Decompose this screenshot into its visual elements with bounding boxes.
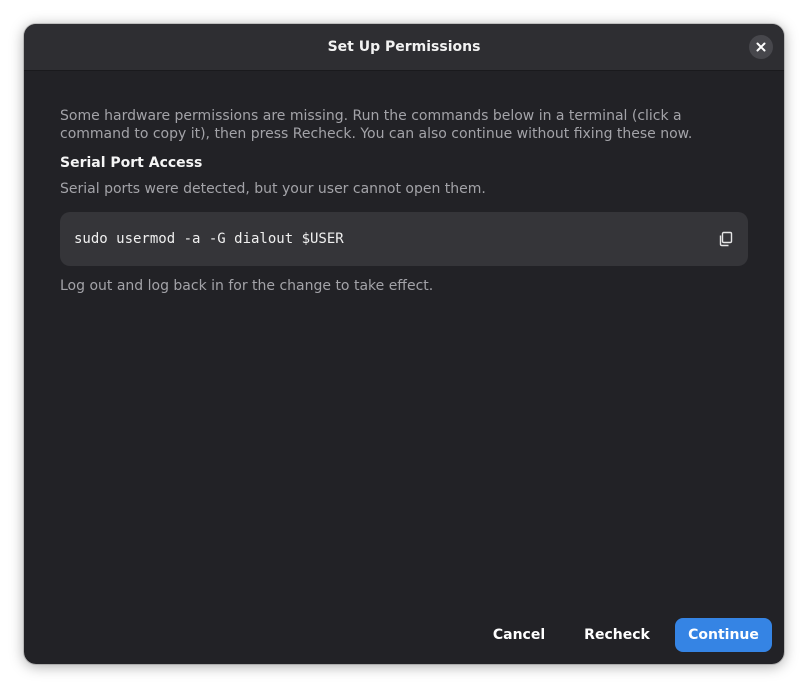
dialog-title: Set Up Permissions bbox=[327, 39, 481, 55]
cancel-button[interactable]: Cancel bbox=[478, 618, 560, 652]
section-heading: Serial Port Access bbox=[60, 155, 203, 171]
command-text: sudo usermod -a -G dialout $USER bbox=[74, 231, 344, 247]
copy-icon[interactable] bbox=[718, 231, 734, 247]
recheck-button[interactable]: Recheck bbox=[574, 618, 660, 652]
close-button[interactable] bbox=[749, 35, 773, 59]
section-description: Serial ports were detected, but your use… bbox=[60, 181, 486, 197]
note-text: Log out and log back in for the change t… bbox=[60, 278, 434, 294]
close-icon bbox=[756, 42, 766, 52]
dialog-titlebar: Set Up Permissions bbox=[24, 24, 784, 71]
intro-text: Some hardware permissions are missing. R… bbox=[60, 108, 693, 142]
continue-button[interactable]: Continue bbox=[675, 618, 772, 652]
permissions-dialog: Set Up Permissions Some hardware permiss… bbox=[24, 24, 784, 664]
command-copy-box[interactable]: sudo usermod -a -G dialout $USER bbox=[60, 212, 748, 266]
